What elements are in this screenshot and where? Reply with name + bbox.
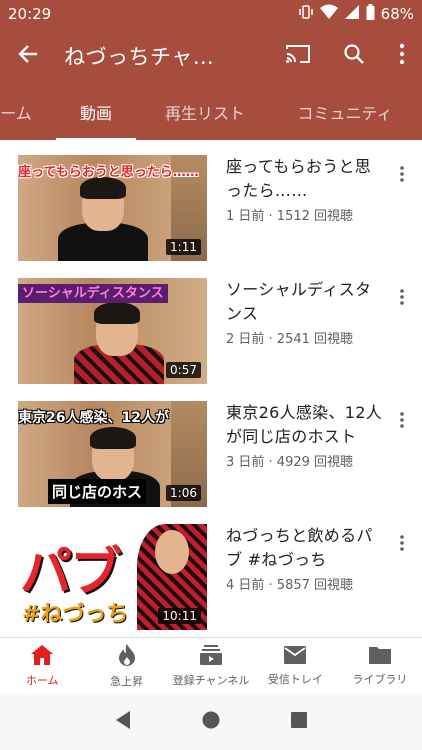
nav-inbox[interactable]: 受信トレイ [253,638,337,694]
thumbnail-hashtag: #ねづっち [22,602,129,627]
inbox-icon [283,645,307,668]
thumbnail-caption: 座ってもらおうと思ったら…… [18,165,199,180]
video-title[interactable]: ソーシャルディスタンス [226,278,386,326]
video-meta: ソーシャルディスタンス 2 日前 · 2541 回視聴 [226,278,386,347]
tab-playlists[interactable]: 再生リスト [150,84,260,140]
video-item[interactable]: 東京26人感染、12人が 同じ店のホス 1:06 東京26人感染、12人が同じ店… [0,386,422,509]
home-icon [30,644,54,669]
video-menu-button[interactable] [390,164,414,188]
video-thumbnail[interactable]: パブ #ねづっち 10:11 [18,524,207,630]
video-meta: ねづっちと飲めるパブ #ねづっち 4 日前 · 5857 回視聴 [226,524,386,593]
system-recents-button[interactable] [290,711,308,733]
nav-inbox-label: 受信トレイ [267,673,323,686]
nav-trending[interactable]: 急上昇 [84,638,168,694]
thumbnail-hair [94,302,140,324]
tab-community[interactable]: コミュニティ [280,84,410,140]
nav-home[interactable]: ホーム [0,638,84,694]
video-item[interactable]: ソーシャルディスタンス 0:57 ソーシャルディスタンス 2 日前 · 2541… [0,263,422,386]
nav-home-label: ホーム [25,674,59,687]
system-back-button[interactable] [114,710,132,734]
video-thumbnail[interactable]: 座ってもらおうと思ったら…… 1:11 [18,155,207,261]
video-title[interactable]: 東京26人感染、12人が同じ店のホスト [226,401,386,449]
thumbnail-caption-box: 同じ店のホス [48,479,147,504]
signal-icon [344,4,360,24]
video-item[interactable]: 座ってもらおうと思ったら…… 1:11 座ってもらおうと思ったら…… 1 日前 … [0,140,422,263]
cast-icon [285,43,311,69]
more-vert-icon [400,166,404,186]
video-stats: 3 日前 · 4929 回視聴 [226,455,354,470]
video-meta: 東京26人感染、12人が同じ店のホスト 3 日前 · 4929 回視聴 [226,401,386,470]
arrow-back-icon [17,43,39,69]
battery-level: 68% [380,5,414,23]
channel-tabs: ーム 動画 再生リスト コミュニティ [0,84,422,140]
vibrate-icon [298,4,314,24]
video-duration: 1:11 [166,239,201,255]
thumbnail-hair [80,177,126,199]
system-home-button[interactable] [201,710,221,734]
video-stats: 4 日前 · 5857 回視聴 [226,578,354,593]
channel-title: ねづっちチャ… [64,45,215,69]
video-meta: 座ってもらおうと思ったら…… 1 日前 · 1512 回視聴 [226,155,386,224]
app-bar: ねづっちチャ… [0,28,422,84]
thumbnail-caption-wrap: ソーシャルディスタンス [18,282,207,303]
more-vert-icon [400,412,404,432]
status-time: 20:29 [8,5,52,23]
thumbnail-caption: ソーシャルディスタンス [18,284,168,303]
thumbnail-caption: 東京26人感染、12人が [18,410,169,426]
search-icon [343,43,365,69]
video-menu-button[interactable] [390,410,414,434]
tab-home[interactable]: ーム [0,84,36,140]
video-title[interactable]: 座ってもらおうと思ったら…… [226,155,386,203]
video-stats: 1 日前 · 1512 回視聴 [226,209,354,224]
more-vert-icon [400,535,404,555]
video-menu-button[interactable] [390,287,414,311]
video-duration: 10:11 [158,608,201,624]
back-button[interactable] [0,28,56,84]
video-duration: 1:06 [166,485,201,501]
video-thumbnail[interactable]: 東京26人感染、12人が 同じ店のホス 1:06 [18,401,207,507]
video-stats: 2 日前 · 2541 回視聴 [226,332,354,347]
nav-library[interactable]: ライブラリ [338,638,422,694]
nav-library-label: ライブラリ [352,673,408,686]
thumbnail-face [155,530,189,574]
flame-icon [117,643,137,670]
wifi-icon [319,4,338,24]
status-icons: 68% [298,4,414,24]
nav-subscriptions[interactable]: 登録チャンネル [169,638,253,694]
tab-videos[interactable]: 動画 [56,84,136,140]
system-navigation-bar [0,694,422,750]
folder-icon [368,645,392,668]
thumbnail-caption: パブ [20,543,122,603]
video-thumbnail[interactable]: ソーシャルディスタンス 0:57 [18,278,207,384]
bottom-navigation: ホーム 急上昇 登録チャンネル 受信トレイ ライブラリ [0,637,422,694]
video-menu-button[interactable] [390,533,414,557]
thumbnail-hair [90,427,136,449]
more-vert-icon [400,289,404,309]
more-options-button[interactable] [382,28,422,84]
search-button[interactable] [326,28,382,84]
more-vert-icon [399,43,405,69]
video-item[interactable]: パブ #ねづっち 10:11 ねづっちと飲めるパブ #ねづっち 4 日前 · 5… [0,509,422,632]
battery-icon [366,4,375,24]
video-duration: 0:57 [166,362,201,378]
video-title[interactable]: ねづっちと飲めるパブ #ねづっち [226,524,386,572]
cast-button[interactable] [270,28,326,84]
nav-subscriptions-label: 登録チャンネル [172,674,250,687]
status-bar: 20:29 68% [0,0,422,28]
nav-trending-label: 急上昇 [110,675,144,688]
subscriptions-icon [199,644,223,669]
